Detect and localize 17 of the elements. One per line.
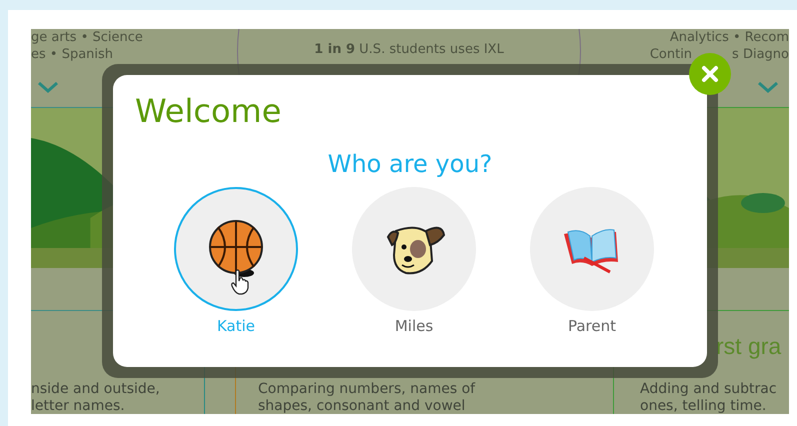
profile-name[interactable]: Miles — [394, 317, 434, 335]
subject-text: ge arts • Science — [31, 29, 143, 46]
dialog-title: Welcome — [135, 91, 282, 131]
description-text: ones, telling time. — [640, 398, 768, 414]
question-text: Who are you? — [326, 149, 494, 179]
subject-text: 1 in 9 U.S. students uses IXL — [314, 41, 504, 58]
subject-text: es • Spanish — [31, 46, 114, 63]
description-text: Adding and subtrac — [640, 381, 778, 398]
subject-text: Contin — [650, 46, 692, 63]
description-text: letter names. — [31, 398, 126, 414]
subject-text: s Diagno — [732, 46, 789, 63]
description-text: nside and outside, — [31, 381, 161, 398]
hand-cursor-icon — [230, 269, 250, 295]
subject-text: Analytics • Recom — [670, 29, 789, 46]
description-text: shapes, consonant and vowel — [257, 398, 466, 414]
description-text: Comparing numbers, names of — [257, 381, 476, 398]
profile-name[interactable]: Parent — [568, 317, 616, 335]
